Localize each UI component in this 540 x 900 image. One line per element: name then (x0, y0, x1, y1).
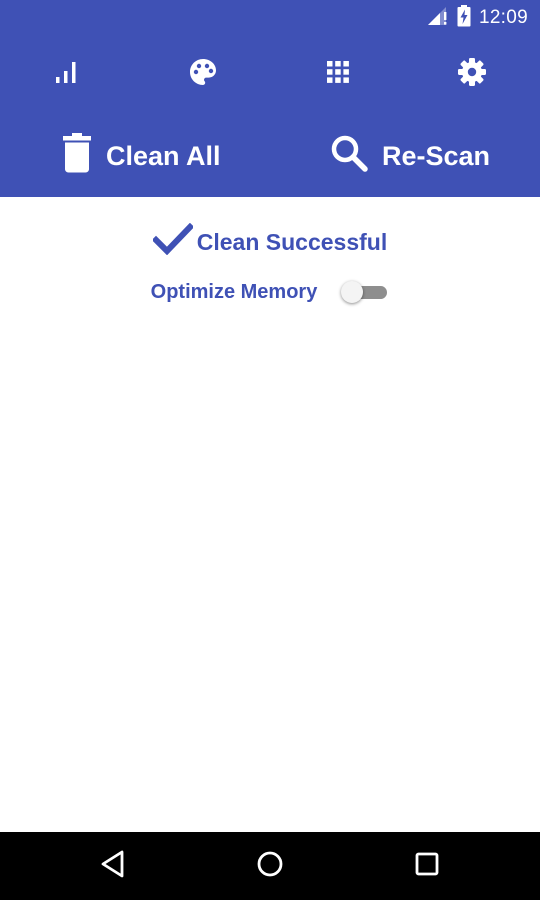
recents-button[interactable] (397, 842, 457, 890)
navigation-bar (0, 832, 540, 900)
app-bar: Clean All Re-Scan (0, 36, 540, 197)
back-button[interactable] (83, 842, 143, 890)
rescan-label: Re-Scan (382, 140, 491, 171)
back-icon (100, 850, 126, 883)
optimize-memory-label: Optimize Memory (150, 280, 318, 303)
checkmark-icon (151, 222, 195, 261)
clean-all-label: Clean All (106, 140, 221, 171)
optimize-memory-row: Optimize Memory (0, 275, 540, 309)
toolbar (0, 36, 540, 110)
status-bar: 12:09 (0, 0, 540, 36)
toggle-thumb (341, 281, 364, 303)
home-button[interactable] (240, 842, 300, 890)
home-icon (256, 850, 284, 883)
battery-charging-icon (457, 4, 471, 32)
stats-icon (54, 59, 80, 90)
settings-icon (457, 57, 487, 92)
settings-button[interactable] (446, 50, 498, 98)
recents-icon (414, 851, 440, 882)
palette-icon (188, 57, 218, 92)
action-row: Clean All Re-Scan (0, 124, 540, 188)
search-icon (330, 134, 368, 179)
clean-all-button[interactable]: Clean All (62, 124, 221, 188)
cell-signal-icon (427, 6, 449, 31)
clean-result: Clean Successful (0, 221, 540, 263)
optimize-memory-toggle[interactable] (339, 277, 389, 307)
trash-icon (62, 132, 92, 180)
theme-button[interactable] (177, 50, 229, 98)
clean-result-text: Clean Successful (196, 228, 388, 255)
apps-grid-icon (325, 59, 351, 90)
stats-button[interactable] (41, 50, 93, 98)
rescan-button[interactable]: Re-Scan (330, 124, 490, 188)
main-content: Clean Successful Optimize Memory (0, 197, 540, 832)
status-icons: 12:09 (427, 0, 528, 36)
apps-button[interactable] (312, 50, 364, 98)
status-clock: 12:09 (478, 7, 528, 28)
